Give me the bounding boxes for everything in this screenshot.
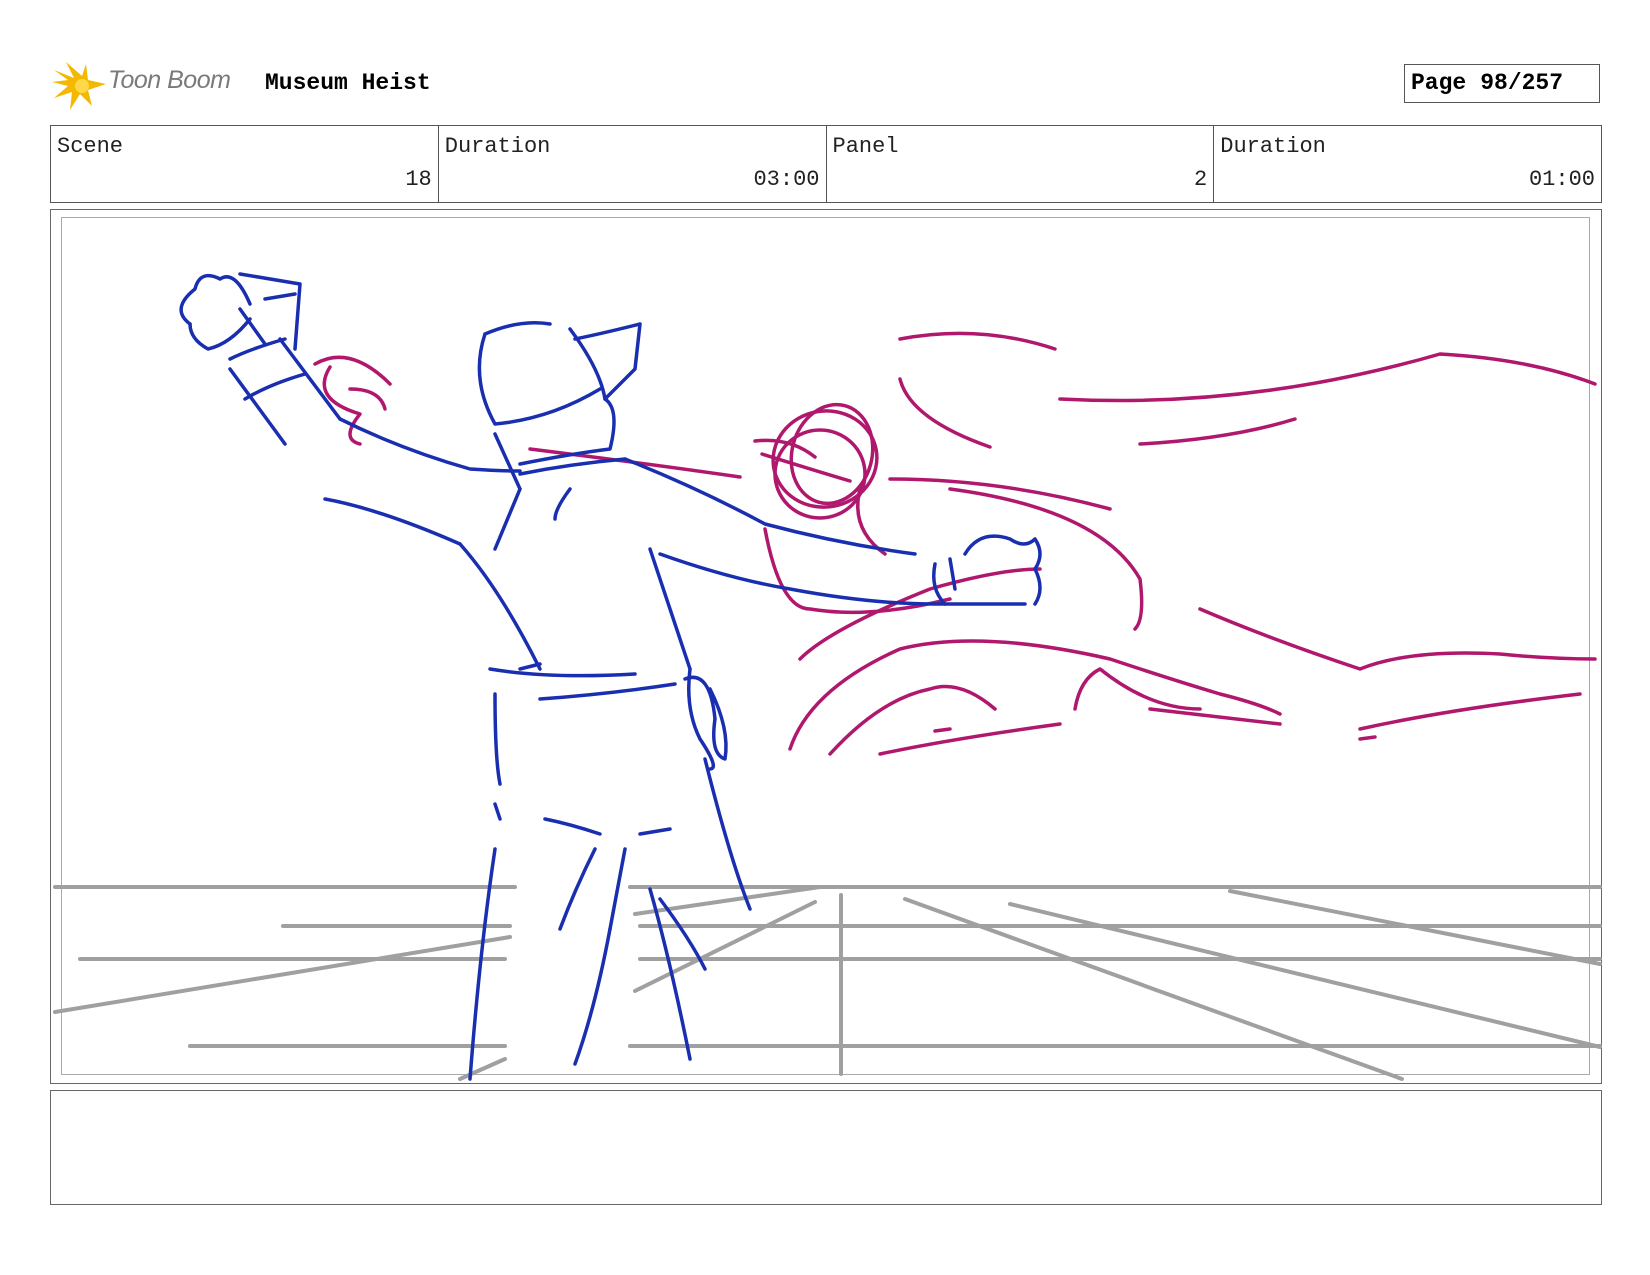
panel-duration-label: Duration [1220,134,1326,159]
page-number: 98/257 [1480,70,1564,96]
scene-duration-value: 03:00 [753,167,820,192]
magenta-figure-sketch [313,331,1597,756]
toon-boom-logo: Toon Boom [52,56,252,112]
project-title: Museum Heist [265,70,431,96]
floor-grid [53,885,1602,1081]
page-label: Page [1411,70,1467,96]
scene-value: 18 [405,167,432,192]
panel-value: 2 [1194,167,1208,192]
scene-info-table: Scene 18 Duration 03:00 Panel 2 Duration… [50,125,1602,203]
scene-cell: Scene 18 [51,126,439,202]
panel-label: Panel [832,134,899,159]
page-indicator: Page 98/257 [1404,64,1600,103]
scene-duration-label: Duration [444,134,551,159]
starburst-icon [52,62,106,110]
panel-cell: Panel 2 [827,126,1215,202]
storyboard-sketch [53,272,1602,1081]
panel-duration-value: 01:00 [1528,167,1595,192]
panel-notes-box[interactable] [50,1090,1602,1205]
scene-label: Scene [57,134,124,159]
logo-wordmark: Toon Boom [108,66,231,94]
scene-duration-cell: Duration 03:00 [439,126,827,202]
panel-duration-cell: Duration 01:00 [1214,126,1601,202]
